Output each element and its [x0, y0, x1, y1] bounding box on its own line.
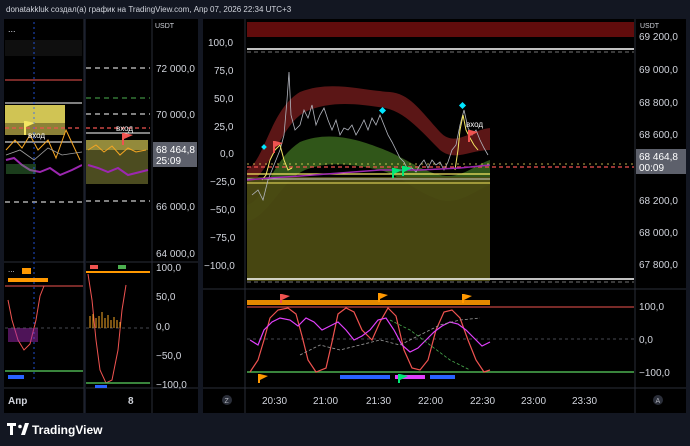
- time-label: 20:30: [262, 396, 287, 407]
- left2-x-label: 8: [128, 396, 134, 407]
- tradingview-logo-text: TradingView: [32, 423, 103, 437]
- main-left-tick: 25,0: [214, 122, 234, 133]
- main-left-tick: −75,0: [210, 233, 236, 244]
- auto-scale-button[interactable]: A: [653, 395, 663, 405]
- z-button[interactable]: Z: [222, 395, 232, 405]
- left2-tick: 66 000,0: [156, 202, 195, 213]
- time-label: 22:30: [470, 396, 495, 407]
- left1-x-label: Апр: [8, 396, 27, 407]
- left2-osc-tick: −100,0: [156, 380, 187, 391]
- main-right-tick: 69 200,0: [639, 32, 678, 43]
- left2-tick: 64 000,0: [156, 249, 195, 260]
- left-pane-1: [4, 19, 84, 413]
- main-osc-tick: −100,0: [639, 368, 670, 379]
- left2-price-badge-value: 68 464,8: [156, 145, 195, 156]
- main-left-tick: −25,0: [210, 177, 236, 188]
- main-price-badge-time: 00:09: [639, 163, 664, 174]
- main-currency: USDT: [640, 23, 660, 30]
- main-right-tick: 68 600,0: [639, 130, 678, 141]
- left2-osc-tick: 100,0: [156, 263, 181, 274]
- time-label: 21:00: [313, 396, 338, 407]
- main-left-tick: 0,0: [220, 149, 234, 160]
- z-button-label: Z: [225, 398, 230, 405]
- left2-osc-tick: 50,0: [156, 292, 176, 303]
- main-right-tick: 67 800,0: [639, 260, 678, 271]
- left1-indicator-dots: ...: [8, 265, 15, 274]
- left2-currency: USDT: [155, 23, 175, 30]
- main-right-tick: 68 000,0: [639, 228, 678, 239]
- auto-scale-label: A: [656, 398, 661, 405]
- left2-price-badge-time: 25:09: [156, 156, 181, 167]
- left2-osc-tick: 0,0: [156, 322, 170, 333]
- main-entry-label: вход: [466, 120, 483, 129]
- time-label: 23:00: [521, 396, 546, 407]
- main-left-tick: 100,0: [208, 38, 233, 49]
- main-left-tick: −50,0: [210, 205, 236, 216]
- chart-caption: donatakkluk создал(а) график на TradingV…: [6, 5, 292, 14]
- left2-tick: 72 000,0: [156, 64, 195, 75]
- main-osc-tick: 100,0: [639, 302, 664, 313]
- main-price-badge-value: 68 464,8: [639, 152, 678, 163]
- chart-screenshot: donatakkluk создал(а) график на TradingV…: [0, 0, 690, 446]
- main-right-tick: 68 800,0: [639, 98, 678, 109]
- main-left-tick: 75,0: [214, 66, 234, 77]
- main-osc-tick: 0,0: [639, 335, 653, 346]
- main-right-tick: 69 000,0: [639, 65, 678, 76]
- left2-osc-tick: −50,0: [156, 351, 182, 362]
- time-label: 21:30: [366, 396, 391, 407]
- time-label: 22:00: [418, 396, 443, 407]
- left2-tick: 70 000,0: [156, 110, 195, 121]
- main-right-tick: 68 200,0: [639, 196, 678, 207]
- left1-dots: ...: [8, 24, 16, 34]
- left1-entry-label: вход: [28, 131, 45, 140]
- left2-entry-label: вход: [116, 124, 133, 133]
- main-left-tick: 50,0: [214, 94, 234, 105]
- time-label: 23:30: [572, 396, 597, 407]
- main-left-tick: −100,0: [204, 261, 235, 272]
